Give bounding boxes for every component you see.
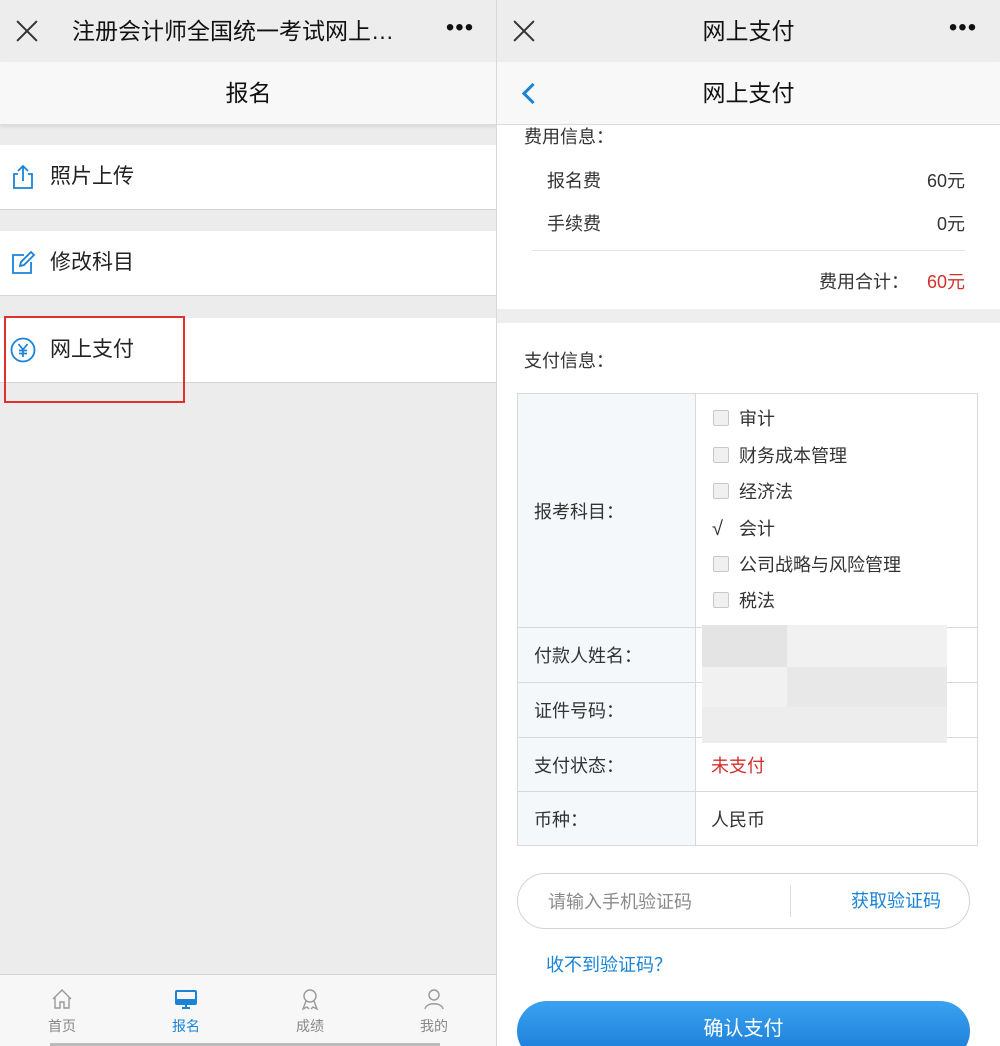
fee-label: 报名费 bbox=[547, 171, 601, 191]
table-row-currency: 币种： 人民币 bbox=[517, 791, 978, 846]
subject-option-strategy-risk[interactable]: 公司战略与风险管理 bbox=[711, 547, 977, 583]
status-label: 支付状态： bbox=[517, 737, 696, 792]
get-code-button[interactable]: 获取验证码 bbox=[851, 874, 941, 928]
checkbox[interactable] bbox=[713, 410, 729, 427]
currency-label: 币种： bbox=[517, 791, 696, 846]
redaction-blur bbox=[702, 625, 787, 667]
nav-item-scores[interactable]: 成绩 bbox=[248, 975, 372, 1041]
menu-item-photo-upload[interactable]: 照片上传 bbox=[0, 145, 497, 210]
nav-label: 成绩 bbox=[296, 1018, 324, 1034]
fee-value: 60元 bbox=[926, 171, 965, 191]
left-screen: 注册会计师全国统一考试网上… ••• 报名 照片上传 修改科目 网上支付 首页 … bbox=[0, 0, 497, 1046]
more-icon[interactable]: ••• bbox=[948, 16, 978, 42]
verification-code-box: 获取验证码 bbox=[517, 873, 970, 930]
payer-label: 付款人姓名： bbox=[517, 627, 696, 683]
table-row-status: 支付状态： 未支付 bbox=[517, 737, 978, 792]
subject-name: 财务成本管理 bbox=[739, 445, 847, 466]
page-header: 网上支付 bbox=[497, 62, 1000, 125]
page-header: 报名 bbox=[0, 62, 497, 125]
fee-section-title: 费用信息： bbox=[524, 127, 614, 147]
fee-value: 0元 bbox=[936, 214, 965, 234]
subjects-label: 报考科目： bbox=[517, 393, 696, 628]
table-row-subjects: 报考科目： 审计 财务成本管理 经济法 √ 会计 公司战略与风险管理 税法 bbox=[517, 393, 978, 628]
menu-item-label: 修改科目 bbox=[50, 251, 134, 274]
checkbox[interactable] bbox=[713, 555, 729, 572]
currency-value: 人民币 bbox=[695, 791, 978, 846]
nav-item-register[interactable]: 报名 bbox=[124, 975, 248, 1041]
subject-option-financial-cost[interactable]: 财务成本管理 bbox=[711, 438, 977, 474]
checkbox[interactable] bbox=[713, 592, 729, 609]
checkbox[interactable] bbox=[713, 446, 729, 463]
edit-icon bbox=[12, 250, 36, 274]
home-icon bbox=[52, 989, 72, 1009]
fee-row-registration: 报名费 60元 bbox=[547, 167, 965, 197]
nav-item-home[interactable]: 首页 bbox=[0, 975, 124, 1041]
id-number-label: 证件号码： bbox=[517, 682, 696, 738]
subject-name: 公司战略与风险管理 bbox=[739, 554, 901, 575]
redaction-blur bbox=[702, 707, 947, 743]
divider bbox=[532, 250, 965, 251]
checkmark-icon: √ bbox=[712, 517, 723, 540]
title-bar: 网上支付 ••• bbox=[497, 0, 1000, 62]
subject-name: 审计 bbox=[739, 409, 775, 430]
fee-total-label: 费用合计： bbox=[818, 272, 909, 292]
no-code-link[interactable]: 收不到验证码？ bbox=[546, 951, 672, 977]
fee-section: 费用信息： 报名费 60元 手续费 0元 费用合计： 60元 bbox=[497, 125, 1000, 309]
upload-icon bbox=[13, 164, 33, 189]
subject-option-accounting[interactable]: √ 会计 bbox=[711, 511, 977, 547]
fee-row-service: 手续费 0元 bbox=[547, 210, 965, 240]
window-title: 注册会计师全国统一考试网上… bbox=[72, 18, 394, 44]
fee-total-value: 60元 bbox=[926, 272, 965, 292]
subject-option-economic-law[interactable]: 经济法 bbox=[711, 474, 977, 510]
subject-name: 会计 bbox=[739, 518, 775, 539]
nav-label: 报名 bbox=[172, 1018, 200, 1034]
redaction-blur bbox=[787, 667, 947, 707]
section-gap bbox=[497, 309, 1000, 323]
close-icon[interactable] bbox=[10, 14, 44, 48]
payment-info-table: 报考科目： 审计 财务成本管理 经济法 √ 会计 公司战略与风险管理 税法 付款人… bbox=[517, 393, 978, 846]
more-icon[interactable]: ••• bbox=[445, 16, 475, 42]
user-icon bbox=[424, 989, 444, 1010]
page-title: 网上支付 bbox=[702, 80, 795, 106]
menu-item-label: 照片上传 bbox=[50, 165, 134, 188]
status-value: 未支付 bbox=[695, 737, 978, 792]
award-icon bbox=[301, 989, 319, 1011]
nav-item-mine[interactable]: 我的 bbox=[372, 975, 496, 1041]
confirm-payment-button[interactable]: 确认支付 bbox=[517, 1001, 970, 1046]
fee-total: 费用合计： 60元 bbox=[819, 268, 965, 294]
checkbox[interactable] bbox=[713, 483, 729, 500]
payment-section-title: 支付信息： bbox=[524, 351, 614, 371]
menu-item-modify-subjects[interactable]: 修改科目 bbox=[0, 231, 497, 296]
nav-label: 我的 bbox=[420, 1018, 448, 1034]
title-bar: 注册会计师全国统一考试网上… ••• bbox=[0, 0, 497, 62]
subject-option-audit[interactable]: 审计 bbox=[711, 401, 977, 437]
subject-name: 经济法 bbox=[739, 482, 793, 503]
subject-name: 税法 bbox=[739, 591, 775, 612]
divider bbox=[790, 885, 791, 917]
bottom-nav: 首页 报名 成绩 我的 bbox=[0, 974, 497, 1046]
page-title: 报名 bbox=[225, 80, 272, 106]
highlight-annotation-box bbox=[4, 316, 185, 403]
window-title: 网上支付 bbox=[702, 18, 795, 44]
fee-label: 手续费 bbox=[547, 214, 601, 234]
subject-option-tax-law[interactable]: 税法 bbox=[711, 583, 977, 619]
subjects-list: 审计 财务成本管理 经济法 √ 会计 公司战略与风险管理 税法 bbox=[695, 393, 978, 628]
right-screen: 网上支付 ••• 网上支付 费用信息： 报名费 60元 手续费 0元 费用合计：… bbox=[497, 0, 1000, 1046]
monitor-icon bbox=[175, 990, 197, 1009]
nav-label: 首页 bbox=[48, 1018, 76, 1034]
verification-code-input[interactable] bbox=[546, 874, 790, 930]
